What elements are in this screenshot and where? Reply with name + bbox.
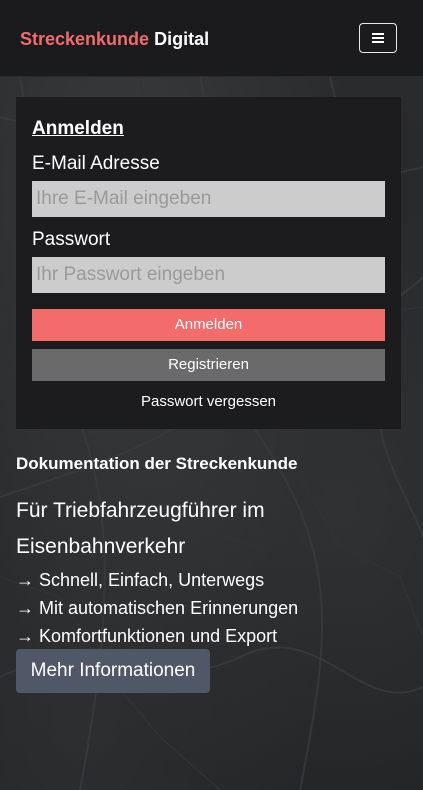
info-title: Dokumentation der Streckenkunde bbox=[16, 454, 298, 473]
hamburger-menu-icon bbox=[372, 33, 384, 43]
feature-item: → Komfortfunktionen und Export bbox=[16, 626, 278, 646]
brand-secondary: Digital bbox=[154, 29, 210, 49]
email-input[interactable] bbox=[32, 181, 385, 217]
brand-primary: Streckenkunde bbox=[20, 29, 150, 49]
login-title: Anmelden bbox=[32, 118, 124, 139]
info-section: Dokumentation der Streckenkunde Für Trie… bbox=[16, 452, 406, 650]
navbar: Streckenkunde Digital bbox=[0, 0, 423, 77]
password-input[interactable] bbox=[32, 257, 385, 293]
register-button[interactable]: Registrieren bbox=[32, 349, 385, 381]
login-button[interactable]: Anmelden bbox=[32, 309, 385, 341]
feature-item: → Schnell, Einfach, Unterwegs bbox=[16, 570, 265, 590]
forgot-password-link[interactable]: Passwort vergessen bbox=[16, 393, 401, 410]
login-card: Anmelden E-Mail Adresse Passwort Anmelde… bbox=[16, 97, 401, 429]
menu-toggle-button[interactable] bbox=[359, 23, 397, 53]
more-info-button[interactable]: Mehr Informationen bbox=[16, 649, 210, 693]
feature-list: → Schnell, Einfach, Unterwegs → Mit auto… bbox=[16, 566, 406, 650]
password-label: Passwort bbox=[32, 229, 111, 250]
brand-logo[interactable]: Streckenkunde Digital bbox=[20, 27, 209, 51]
info-subtitle: Für Triebfahrzeugführer im Eisenbahnverk… bbox=[16, 499, 265, 558]
email-label: E-Mail Adresse bbox=[32, 153, 160, 174]
feature-item: → Mit automatischen Erinnerungen bbox=[16, 598, 299, 618]
